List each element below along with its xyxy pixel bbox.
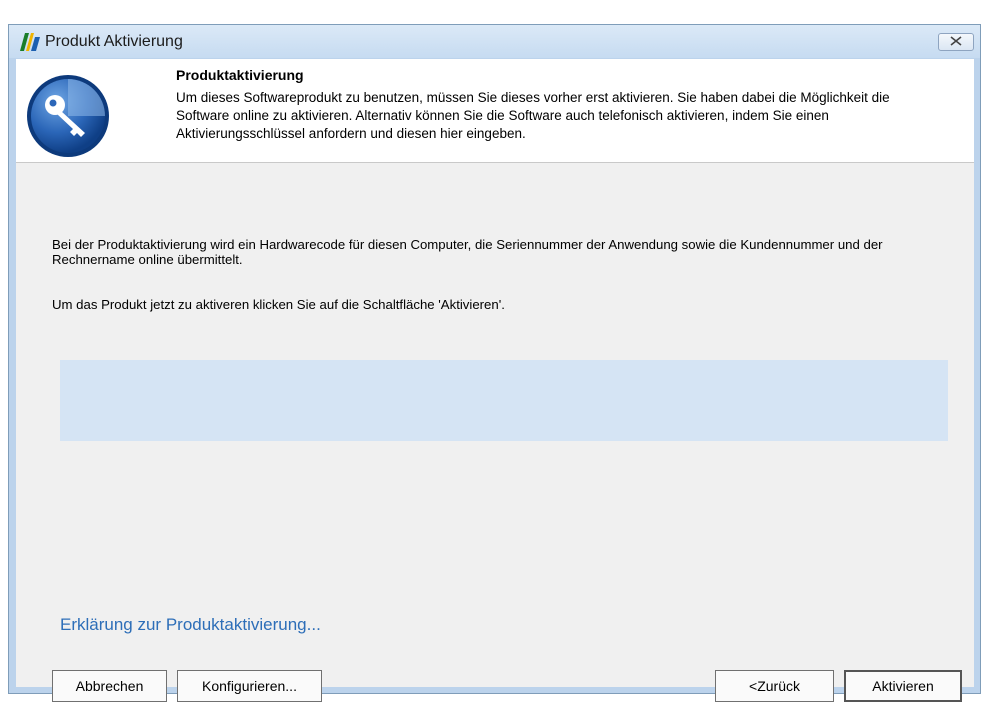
key-icon <box>25 73 111 159</box>
close-button[interactable] <box>938 33 974 51</box>
instruction-paragraph: Um das Produkt jetzt zu aktiveren klicke… <box>52 297 505 312</box>
window-title: Produkt Aktivierung <box>45 33 183 50</box>
title-bar[interactable]: Produkt Aktivierung <box>9 25 980 58</box>
header-description: Um dieses Softwareprodukt zu benutzen, m… <box>176 90 890 141</box>
status-panel <box>60 360 948 441</box>
header-title: Produktaktivierung <box>176 67 304 83</box>
cancel-button[interactable]: Abbrechen <box>52 670 167 702</box>
activate-button[interactable]: Aktivieren <box>844 670 962 702</box>
dialog-window: Produkt Aktivierung Produktaktivierung U… <box>8 24 981 702</box>
explanation-link[interactable]: Erklärung zur Produktaktivierung... <box>60 615 321 635</box>
dialog-header: Produktaktivierung Um dieses Softwarepro… <box>16 59 974 163</box>
app-logo-icon <box>19 33 41 51</box>
dialog-client: Produktaktivierung Um dieses Softwarepro… <box>16 59 974 702</box>
info-paragraph: Bei der Produktaktivierung wird ein Hard… <box>52 237 883 267</box>
close-icon <box>950 33 962 51</box>
configure-button[interactable]: Konfigurieren... <box>177 670 322 702</box>
back-button[interactable]: <Zurück <box>715 670 834 702</box>
